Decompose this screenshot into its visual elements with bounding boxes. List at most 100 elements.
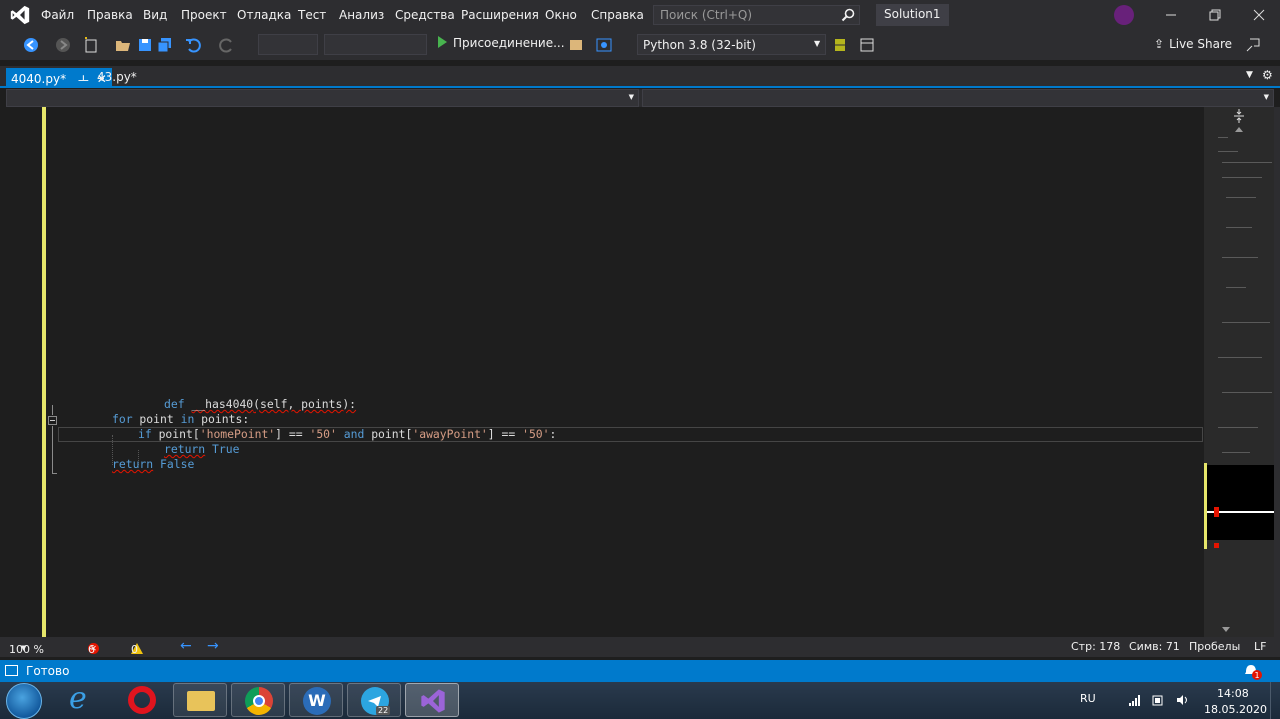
split-editor-icon[interactable]: [1234, 109, 1244, 123]
code-editor[interactable]: def __has4040(self, points): for point i…: [0, 107, 1204, 637]
tab-label: 4040.py*: [11, 72, 67, 86]
keyword-def: def: [164, 397, 185, 411]
menu-tools[interactable]: Средства: [395, 8, 455, 22]
line-indicator[interactable]: Стр: 178: [1071, 640, 1120, 653]
menu-extensions[interactable]: Расширения: [461, 8, 539, 22]
menu-project[interactable]: Проект: [181, 8, 227, 22]
chevron-down-icon: ▼: [1263, 93, 1269, 101]
column-indicator[interactable]: Симв: 71: [1129, 640, 1180, 653]
class-dropdown[interactable]: ▼: [6, 89, 639, 107]
visual-studio-taskbar[interactable]: [405, 683, 459, 717]
keyword-return: return: [164, 442, 206, 456]
attach-process-icon[interactable]: [567, 36, 585, 54]
previous-issue-icon[interactable]: ←: [180, 638, 192, 654]
keyword-and: and: [343, 427, 365, 441]
redo-icon[interactable]: [218, 36, 236, 54]
scroll-down-icon[interactable]: [1222, 627, 1230, 632]
chrome-taskbar[interactable]: [231, 683, 285, 717]
internet-explorer-taskbar[interactable]: e: [57, 681, 111, 717]
warning-count-value: 0: [131, 643, 138, 656]
minimap-viewport[interactable]: [1204, 465, 1274, 540]
search-placeholder: Поиск (Ctrl+Q): [660, 8, 753, 22]
minimap-code: [1222, 452, 1250, 453]
telegram-taskbar[interactable]: 22: [347, 683, 401, 717]
menu-view[interactable]: Вид: [143, 8, 167, 22]
feedback-icon[interactable]: [1244, 36, 1262, 54]
minimize-icon[interactable]: [1162, 6, 1180, 24]
menu-help[interactable]: Справка: [591, 8, 644, 22]
visual-studio-logo-icon[interactable]: [8, 4, 32, 26]
menu-file[interactable]: Файл: [41, 8, 74, 22]
keyboard-language[interactable]: RU: [1080, 692, 1096, 705]
live-share-button[interactable]: ⇪ Live Share: [1154, 37, 1232, 51]
settings-gear-icon[interactable]: ⚙: [1262, 68, 1273, 82]
scroll-up-icon[interactable]: [1235, 127, 1243, 132]
clock-time[interactable]: 14:08: [1217, 687, 1249, 700]
undo-icon[interactable]: [184, 36, 202, 54]
search-input[interactable]: Поиск (Ctrl+Q): [653, 5, 860, 25]
minimap-error-marker: [1214, 507, 1219, 517]
windows-start-button[interactable]: [6, 683, 42, 719]
tab-43-py[interactable]: 43.py*: [92, 68, 142, 88]
attach-button[interactable]: Присоединение...▼: [434, 34, 581, 56]
open-folder-icon[interactable]: [114, 36, 132, 54]
chevron-down-icon: ▼: [628, 93, 634, 101]
show-desktop-button[interactable]: [1270, 682, 1280, 719]
python-environment-value: Python 3.8 (32-bit): [643, 38, 756, 52]
configuration-combo[interactable]: [258, 34, 318, 55]
file-explorer-taskbar[interactable]: [173, 683, 227, 717]
user-avatar[interactable]: [1114, 5, 1134, 25]
opera-taskbar[interactable]: [115, 683, 169, 717]
attach-label: Присоединение...: [453, 36, 565, 50]
notifications-icon[interactable]: 1: [1244, 663, 1262, 680]
save-icon[interactable]: [136, 36, 154, 54]
back-navigation-icon[interactable]: [22, 36, 40, 54]
layout-icon[interactable]: [858, 36, 876, 54]
close-icon[interactable]: [1250, 6, 1268, 24]
code-token: point[: [364, 427, 413, 441]
code-line-def: def __has4040(self, points):: [164, 397, 356, 412]
minimap-code: [1218, 357, 1262, 358]
menu-analyze[interactable]: Анализ: [339, 8, 384, 22]
menu-bar: Файл Правка Вид Проект Отладка Тест Анал…: [0, 0, 1280, 30]
opera-icon: [128, 686, 156, 714]
battery-icon[interactable]: [1151, 693, 1165, 707]
tab-label: 43.py*: [97, 70, 137, 84]
clock-date[interactable]: 18.05.2020: [1204, 703, 1267, 716]
whitespace-indicator[interactable]: Пробелы: [1189, 640, 1240, 653]
forward-navigation-icon[interactable]: [54, 36, 72, 54]
menu-window[interactable]: Окно: [545, 8, 577, 22]
screenshot-icon[interactable]: [595, 36, 613, 54]
keyword-if: if: [138, 427, 152, 441]
line-ending-indicator[interactable]: LF: [1254, 640, 1266, 653]
zoom-level[interactable]: 100 % ▼: [9, 640, 44, 656]
member-dropdown[interactable]: ▼: [642, 89, 1274, 107]
error-count-value: 6: [88, 643, 95, 656]
menu-test[interactable]: Тест: [298, 8, 326, 22]
volume-icon[interactable]: [1175, 693, 1189, 707]
word-app-taskbar[interactable]: W: [289, 683, 343, 717]
pin-icon[interactable]: ㅗ: [78, 72, 89, 86]
folder-icon: [187, 691, 215, 711]
output-window-icon[interactable]: [5, 665, 18, 676]
menu-edit[interactable]: Правка: [87, 8, 133, 22]
signal-icon[interactable]: [1128, 693, 1142, 707]
python-environments-icon[interactable]: [831, 36, 849, 54]
next-issue-icon[interactable]: →: [207, 638, 219, 654]
platform-combo[interactable]: [324, 34, 427, 55]
tab-overflow-icon[interactable]: ▼: [1246, 70, 1253, 80]
overview-gutter: [1274, 107, 1280, 637]
collapse-icon[interactable]: [48, 416, 57, 425]
minimap-code: [1226, 287, 1246, 288]
python-environment-select[interactable]: Python 3.8 (32-bit) ▼: [637, 34, 826, 55]
new-item-icon[interactable]: [82, 36, 100, 54]
minimap-code: [1222, 177, 1262, 178]
minimap-scrollbar[interactable]: [1204, 107, 1274, 637]
restore-icon[interactable]: [1206, 6, 1224, 24]
search-icon[interactable]: [841, 8, 855, 22]
save-all-icon[interactable]: [156, 36, 174, 54]
menu-debug[interactable]: Отладка: [237, 8, 291, 22]
minimap-code: [1222, 162, 1272, 163]
share-icon: ⇪: [1154, 37, 1165, 51]
function-name: __has4040: [191, 397, 254, 411]
